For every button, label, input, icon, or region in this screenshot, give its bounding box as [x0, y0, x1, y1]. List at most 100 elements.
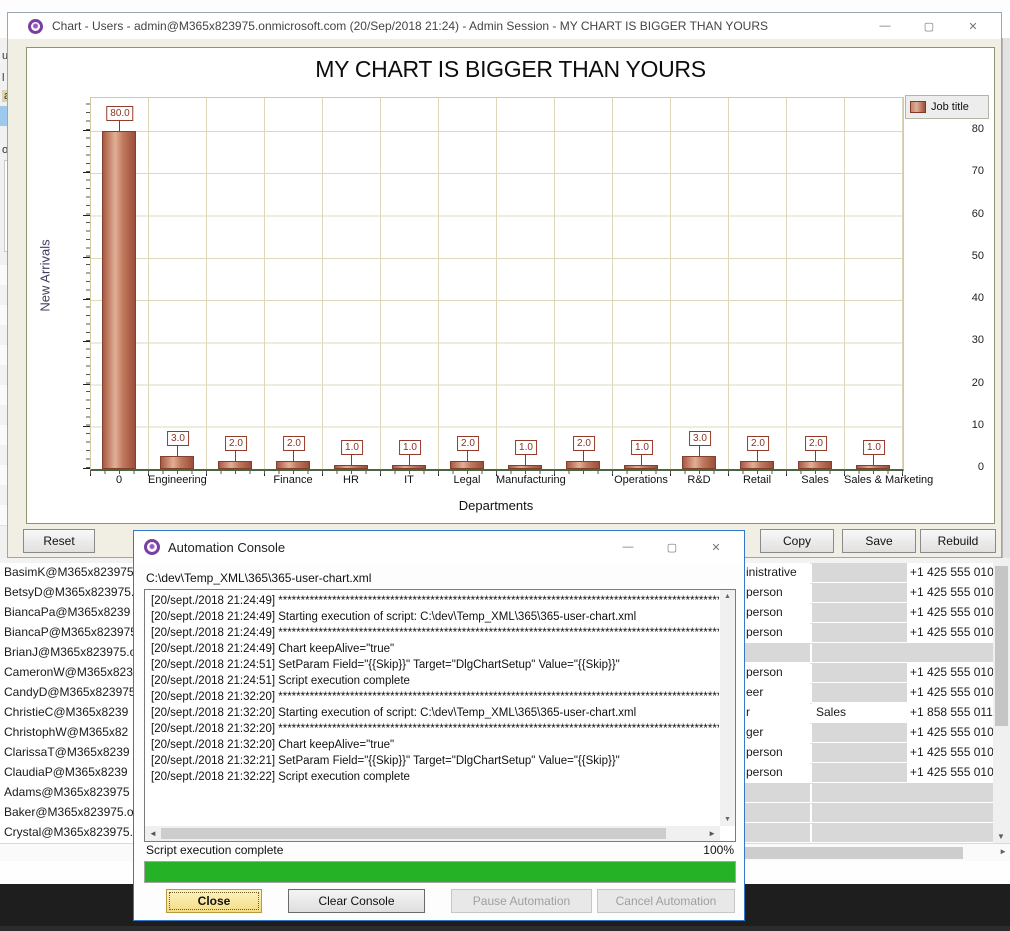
cell-job-text: person	[746, 623, 783, 642]
cell-phone	[907, 823, 993, 842]
cell-department	[812, 663, 909, 682]
bar-label-stem	[525, 455, 526, 465]
cell-phone: +1 425 555 010	[907, 663, 993, 682]
rebuild-button[interactable]: Rebuild	[920, 529, 996, 553]
script-path: C:\dev\Temp_XML\365\365-user-chart.xml	[146, 571, 371, 585]
bar-slot: 2.0	[439, 98, 497, 469]
bar-label-stem	[409, 455, 410, 465]
x-tick-label: Operations	[612, 474, 670, 486]
cell-phone: +1 425 555 010	[907, 763, 993, 782]
log-horizontal-scrollbar[interactable]: ◄ ►	[145, 826, 720, 841]
bar-label-stem	[293, 451, 294, 461]
cell-email: CameronW@M365x823	[0, 663, 137, 682]
cell-phone: +1 425 555 010	[907, 743, 993, 762]
scroll-down-icon[interactable]: ▼	[724, 816, 731, 823]
cell-email: Baker@M365x823975.o	[0, 803, 137, 822]
console-minimize-button[interactable]: —	[606, 534, 650, 560]
bar-label-stem	[699, 446, 700, 456]
y-tick-mark	[83, 215, 90, 216]
bar-slot: 3.0	[149, 98, 207, 469]
cell-job-text: person	[746, 743, 783, 762]
bar-value-label: 1.0	[341, 440, 363, 455]
copy-button[interactable]: Copy	[760, 529, 834, 553]
y-tick-label: 60	[954, 208, 984, 220]
console-log-line: [20/sept./2018 21:24:51] Script executio…	[151, 673, 719, 689]
minimize-button[interactable]: —	[863, 13, 907, 39]
console-log-line: [20/sept./2018 21:24:49] ***************…	[151, 625, 719, 641]
x-tick-label: 0	[90, 474, 148, 486]
screen: upl caolo BasimK@M365x823975inistrative+…	[0, 0, 1010, 931]
scroll-right-icon[interactable]: ►	[999, 847, 1007, 856]
y-tick-mark	[83, 172, 90, 173]
y-tick-mark	[83, 341, 90, 342]
bar-value-label: 2.0	[225, 436, 247, 451]
x-tick-label: Retail	[728, 474, 786, 486]
console-maximize-button[interactable]: ▢	[650, 534, 694, 560]
plot-area: 80.03.02.02.01.01.02.01.02.01.03.02.02.0…	[90, 97, 904, 471]
clear-console-button[interactable]: Clear Console	[288, 889, 425, 913]
save-button[interactable]: Save	[842, 529, 916, 553]
table-vertical-scrollbar[interactable]: ▼	[993, 558, 1010, 843]
cell-email: ChristophW@M365x82	[0, 723, 137, 742]
bar-label-stem	[235, 451, 236, 461]
bar-value-label: 2.0	[283, 436, 305, 451]
cell-department	[812, 823, 909, 842]
scroll-right-icon[interactable]: ►	[708, 829, 716, 838]
y-tick-label: 10	[954, 419, 984, 431]
chart-window-title: Chart - Users - admin@M365x823975.onmicr…	[52, 19, 863, 33]
reset-button[interactable]: Reset	[23, 529, 95, 553]
scroll-left-icon[interactable]: ◄	[149, 829, 157, 838]
console-log-line: [20/sept./2018 21:32:20] Starting execut…	[151, 705, 719, 721]
cell-job-text: inistrative	[746, 563, 797, 582]
cell-department	[812, 643, 909, 662]
cell-department	[812, 783, 909, 802]
cell-department	[812, 583, 909, 602]
bar-slot: 2.0	[787, 98, 845, 469]
console-log[interactable]: [20/sept./2018 21:24:49] ***************…	[151, 593, 719, 825]
cell-job-text: person	[746, 663, 783, 682]
cell-department	[812, 563, 909, 582]
bar	[740, 461, 774, 469]
y-tick-mark	[83, 468, 90, 469]
bar	[566, 461, 600, 469]
app-icon	[28, 19, 43, 34]
cell-department	[812, 743, 909, 762]
vscroll-thumb[interactable]	[995, 566, 1008, 726]
maximize-button[interactable]: ▢	[907, 13, 951, 39]
y-tick-label: 40	[954, 292, 984, 304]
automation-console-window: Automation Console — ▢ ✕ C:\dev\Temp_XML…	[133, 530, 745, 921]
cell-phone	[907, 783, 993, 802]
close-window-button[interactable]: ✕	[951, 13, 995, 39]
cell-email: BiancaP@M365x823975	[0, 623, 137, 642]
scroll-down-icon[interactable]: ▼	[997, 832, 1005, 841]
cancel-automation-button[interactable]: Cancel Automation	[597, 889, 735, 913]
scroll-up-icon[interactable]: ▲	[724, 593, 731, 600]
bar-value-label: 2.0	[747, 436, 769, 451]
console-log-line: [20/sept./2018 21:32:20] ***************…	[151, 721, 719, 737]
bar-label-stem	[119, 121, 120, 131]
cell-department: Sales	[812, 703, 909, 722]
close-button[interactable]: Close	[166, 889, 262, 913]
bar-label-stem	[641, 455, 642, 465]
pause-automation-button[interactable]: Pause Automation	[451, 889, 592, 913]
cell-department	[812, 803, 909, 822]
x-tick-label: Sales	[786, 474, 844, 486]
bar-label-stem	[467, 451, 468, 461]
console-titlebar[interactable]: Automation Console — ▢ ✕	[134, 531, 744, 563]
chart-window-titlebar[interactable]: Chart - Users - admin@M365x823975.onmicr…	[8, 13, 1001, 39]
cell-phone: +1 858 555 011	[907, 703, 993, 722]
bar-slot: 2.0	[207, 98, 265, 469]
cell-phone: +1 425 555 010	[907, 603, 993, 622]
console-close-button[interactable]: ✕	[694, 534, 738, 560]
bar-slot: 3.0	[671, 98, 729, 469]
x-axis-label: Departments	[90, 498, 902, 513]
bar-value-label: 3.0	[167, 431, 189, 446]
x-tick-label: HR	[322, 474, 380, 486]
log-vertical-scrollbar[interactable]: ▲ ▼	[720, 590, 735, 826]
cell-department	[812, 683, 909, 702]
bar-value-label: 2.0	[457, 436, 479, 451]
bar-label-stem	[757, 451, 758, 461]
bar-value-label: 1.0	[515, 440, 537, 455]
y-tick-mark	[83, 299, 90, 300]
log-hscroll-thumb[interactable]	[161, 828, 666, 839]
